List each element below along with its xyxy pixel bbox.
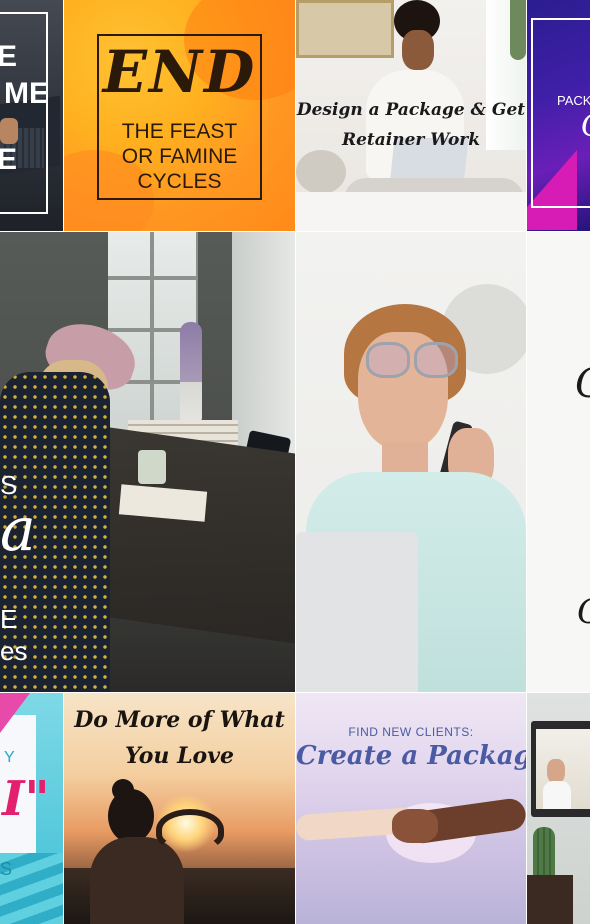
plant-leaves [510,0,526,60]
tile3-line2: Retainer Work [341,130,481,150]
tile2-line1: THE FEAST [121,120,238,143]
tile-cyan-geometric[interactable]: Y I" S [0,693,63,924]
pouf [296,150,346,194]
tile5-script: a [0,495,36,565]
tile2-line2: OR FAMINE [121,145,238,168]
glasses-left [366,342,410,378]
tile4-caps: PACK [557,93,590,108]
tile-pack-geometric[interactable]: PACK C [527,0,590,231]
magenta-corner [0,693,30,733]
tile1-line1: E [0,40,18,73]
tile3-line1: Design a Package & Get [296,100,526,120]
tile10-caps: FIND NEW CLIENTS: [348,725,474,739]
mug [138,450,166,484]
plant-pot [527,875,573,924]
heart-hands [156,809,224,851]
caller-face [547,759,565,783]
laptop-back [296,532,418,692]
tile-find-new-clients[interactable]: FIND NEW CLIENTS: Create a Package [296,693,526,924]
tile-video-call-cactus[interactable] [527,693,590,924]
tile-end-feast-famine[interactable]: END THE FEAST OR FAMINE CYCLES [64,0,295,231]
tile8-caps1: Y [4,749,15,766]
tile-woman-on-phone[interactable] [296,232,526,692]
tile2-script-end: END [102,38,257,106]
tile-laptop-desk[interactable]: E ME E [0,0,63,231]
tile9-line1: Do More of What [74,707,285,733]
woman-face [402,30,434,70]
tile4-script: C [581,110,590,144]
tile8-script: I" [2,771,50,827]
tile9-line2: You Love [124,743,235,769]
tile7-script1: C [575,362,590,406]
lavender-vase [180,322,202,422]
silhouette-bun [112,779,134,801]
tile-woman-hat-desk[interactable]: s a e es [0,232,295,692]
tile10-script: Create a Package [296,741,526,771]
silhouette-body [90,837,184,924]
tile1-line3: E [0,143,18,176]
tile8-caps2: S [0,859,13,879]
handshake [392,809,438,843]
tile2-line3: CYCLES [137,170,222,193]
tile7-script2: C [577,592,590,632]
tile5-caps3: es [0,636,28,666]
tile5-caps2: e [0,604,18,634]
tile1-line2: ME [4,77,49,110]
bed-sheet [296,192,526,231]
tile-do-more-you-love[interactable]: Do More of What You Love [64,693,295,924]
tile-white-script[interactable]: C C [527,232,590,692]
tile-design-package-retainer[interactable]: Design a Package & Get Retainer Work [296,0,526,231]
glasses-right [414,342,458,378]
picture-frame [296,0,394,58]
caller-shirt [543,781,571,809]
